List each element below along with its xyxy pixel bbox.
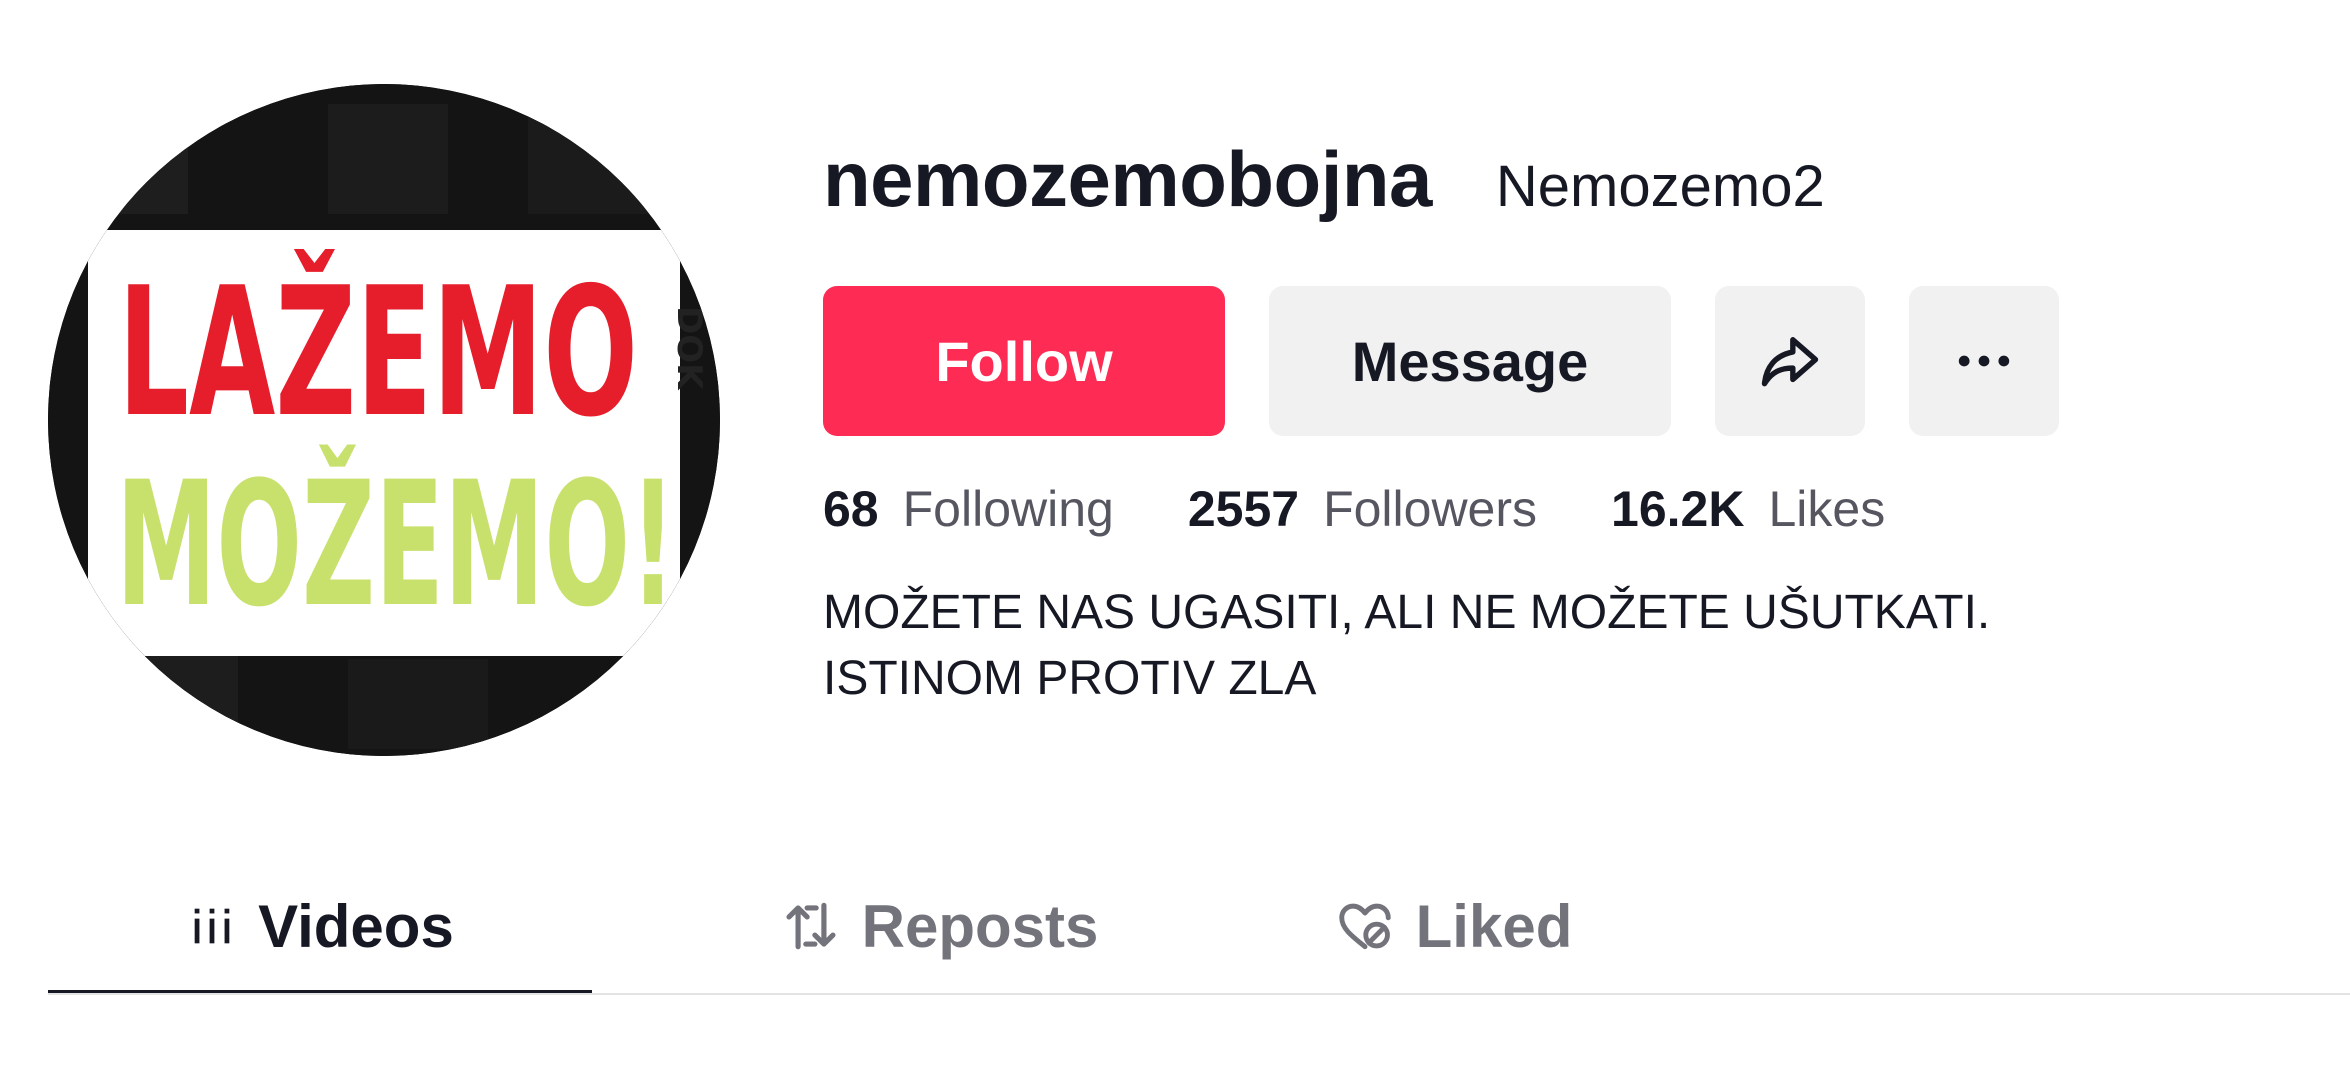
follow-button[interactable]: Follow	[823, 286, 1225, 436]
message-button[interactable]: Message	[1269, 286, 1671, 436]
share-button[interactable]	[1715, 286, 1865, 436]
tab-reposts-label: Reposts	[861, 892, 1099, 960]
likes-stat: 16.2K Likes	[1611, 480, 1885, 538]
title-row: nemozemobojna Nemozemo2	[823, 140, 2223, 240]
bio-line: MOŽETE NAS UGASITI, ALI NE MOŽETE UŠUTKA…	[823, 586, 1991, 639]
profile-stats: 68 Following 2557 Followers 16.2K Likes	[823, 480, 1959, 538]
tab-liked[interactable]: Liked	[1266, 860, 1640, 992]
following-count: 68	[823, 481, 879, 537]
repost-icon	[780, 895, 842, 957]
followers-stat[interactable]: 2557 Followers	[1188, 480, 1537, 538]
bio-line: ISTINOM PROTIV ZLA	[823, 652, 1317, 705]
likes-count: 16.2K	[1611, 481, 1745, 537]
more-options-button[interactable]	[1909, 286, 2059, 436]
profile-bio: MOŽETE NAS UGASITI, ALI NE MOŽETE UŠUTKA…	[823, 580, 1990, 712]
profile-tabs: Videos Reposts Liked	[48, 860, 2350, 1000]
profile-page: LAŽEMO DOK MOŽEMO! nemozemobojna Nemozem…	[0, 0, 2350, 1080]
action-buttons: Follow Message	[823, 286, 2059, 436]
tab-liked-label: Liked	[1415, 892, 1573, 960]
tab-videos[interactable]: Videos	[48, 860, 592, 992]
following-label: Following	[902, 481, 1114, 537]
followers-label: Followers	[1323, 481, 1538, 537]
svg-text:MOŽEMO!: MOŽEMO!	[116, 444, 676, 645]
share-icon	[1761, 337, 1819, 387]
more-icon	[1958, 355, 2010, 367]
heart-hidden-icon	[1334, 895, 1396, 957]
grid-icon	[186, 900, 238, 952]
svg-text:DOK: DOK	[669, 306, 709, 391]
username: nemozemobojna	[823, 135, 1432, 223]
avatar-logo-image: LAŽEMO DOK MOŽEMO!	[48, 84, 720, 756]
followers-count: 2557	[1187, 481, 1300, 537]
tab-videos-label: Videos	[258, 892, 454, 960]
avatar[interactable]: LAŽEMO DOK MOŽEMO!	[48, 84, 720, 756]
profile-info: nemozemobojna Nemozemo2 Follow Message 6…	[823, 140, 2223, 705]
nickname: Nemozemo2	[1495, 154, 1825, 219]
following-stat[interactable]: 68 Following	[823, 480, 1114, 538]
svg-text:LAŽEMO: LAŽEMO	[118, 248, 638, 456]
tabs-divider	[48, 993, 2350, 995]
likes-label: Likes	[1768, 481, 1886, 537]
tab-reposts[interactable]: Reposts	[712, 860, 1166, 992]
